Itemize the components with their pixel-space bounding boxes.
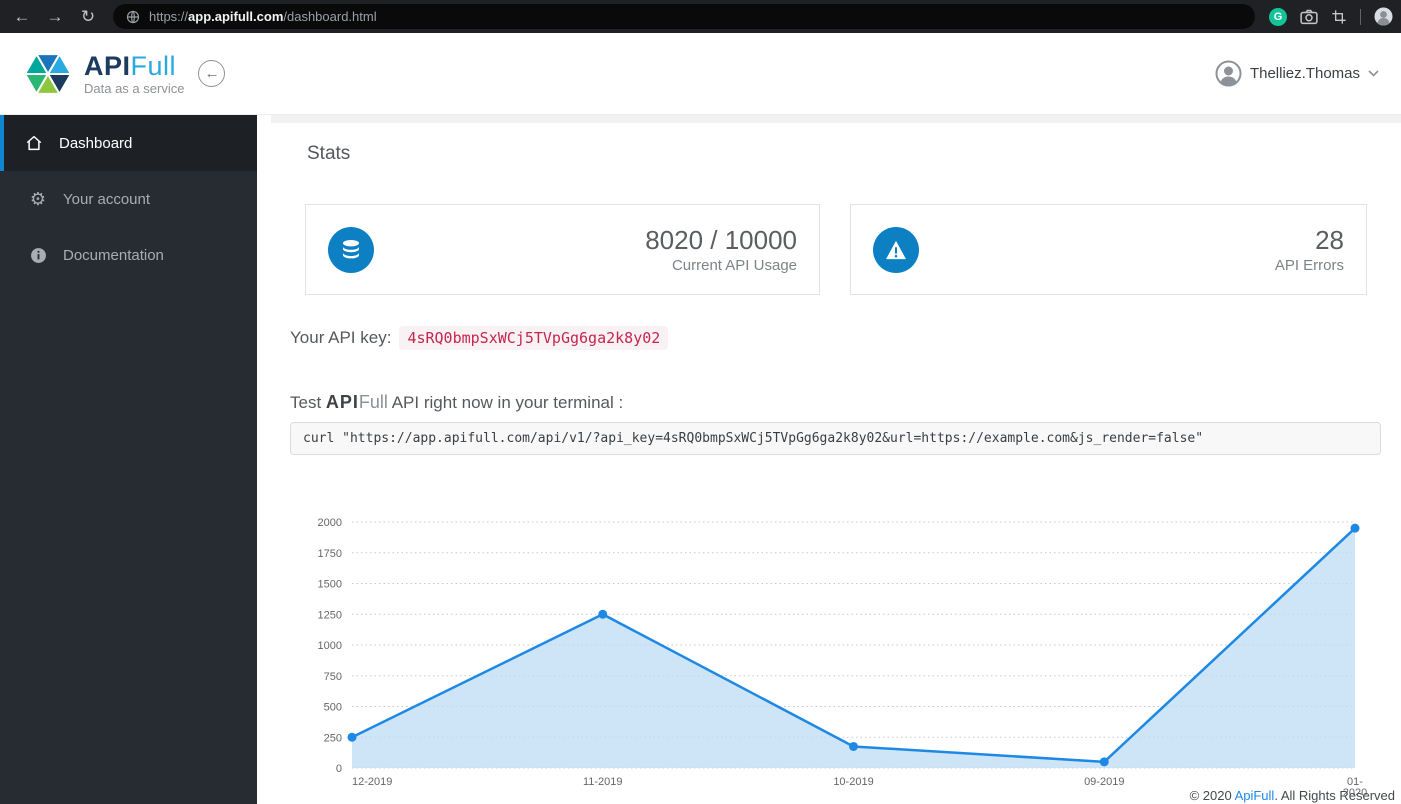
browser-reload-button[interactable]: ↻ [76,0,100,33]
svg-text:09-2019: 09-2019 [1084,776,1124,788]
url-protocol: https:// [149,9,188,24]
user-menu[interactable]: Thelliez.Thomas [1215,60,1379,87]
copyright-prefix: © 2020 [1190,788,1235,803]
user-name: Thelliez.Thomas [1250,65,1360,82]
logo-full: Full [131,51,177,81]
browser-profile-avatar-icon[interactable] [1374,7,1393,26]
database-icon [328,227,374,273]
page-title: Stats [307,143,350,165]
test-instruction: Test APIFull API right now in your termi… [290,392,623,413]
test-suffix: API right now in your terminal : [388,393,623,412]
screenshot-extension-icon[interactable] [1331,9,1347,25]
address-bar[interactable]: https://app.apifull.com/dashboard.html [113,4,1255,29]
svg-text:250: 250 [324,732,342,744]
api-key-line: Your API key: 4sRQ0bmpSxWCj5TVpGg6ga2k8y0… [290,328,668,348]
sidebar-item-documentation[interactable]: Documentation [0,227,257,283]
svg-text:1750: 1750 [318,548,342,560]
brand-api: API [326,392,359,412]
sidebar-item-your-account[interactable]: ⚙ Your account [0,171,257,227]
stat-card-usage: 8020 / 10000 Current API Usage [305,204,820,295]
svg-text:2000: 2000 [318,517,342,529]
usage-label: Current API Usage [645,257,797,274]
browser-forward-button[interactable]: → [43,0,67,33]
footer-copyright: © 2020 ApiFull. All Rights Reserved [1190,788,1395,803]
url-text: https://app.apifull.com/dashboard.html [149,9,377,24]
camera-extension-icon[interactable] [1300,9,1318,25]
apifull-logo-icon [22,48,74,100]
sidebar-item-label: Your account [63,191,150,208]
svg-text:1500: 1500 [318,579,342,591]
sidebar-item-label: Documentation [63,247,164,264]
app-logo[interactable]: APIFull Data as a service [22,48,184,100]
svg-text:500: 500 [324,702,342,714]
info-icon [28,247,48,264]
usage-chart: 0 250 500 750 1000 1250 1500 1750 2000 12-2019 11-… [290,500,1385,795]
browser-back-button[interactable]: ← [10,0,34,33]
svg-text:11-2019: 11-2019 [583,776,623,788]
content-top-strip [271,115,1401,123]
sidebar: Dashboard ⚙ Your account Documentation [0,115,257,804]
warning-icon [873,227,919,273]
sidebar-item-label: Dashboard [59,135,132,152]
errors-value: 28 [1275,225,1344,255]
gear-icon: ⚙ [28,189,48,210]
copyright-suffix: . All Rights Reserved [1274,788,1395,803]
usage-value: 8020 / 10000 [645,225,797,255]
browser-extensions: G [1269,7,1401,26]
svg-text:1000: 1000 [318,640,342,652]
footer-brand-link[interactable]: ApiFull [1235,788,1275,803]
stat-card-errors: 28 API Errors [850,204,1367,295]
svg-text:12-2019: 12-2019 [352,776,392,788]
svg-text:750: 750 [324,671,342,683]
logo-api: API [84,51,131,81]
svg-text:0: 0 [336,763,342,775]
user-avatar-icon [1215,60,1242,87]
svg-text:10-2019: 10-2019 [833,776,873,788]
browser-chrome: ← → ↻ https://app.apifull.com/dashboard.… [0,0,1401,33]
svg-text:1250: 1250 [318,609,342,621]
logo-text: APIFull Data as a service [84,52,184,96]
usage-chart-svg: 0 250 500 750 1000 1250 1500 1750 2000 12-2019 11-… [290,500,1385,795]
url-path: /dashboard.html [283,9,376,24]
main-content: Stats 8020 / 10000 Current API Usage 28 … [257,115,1401,804]
api-key-value: 4sRQ0bmpSxWCj5TVpGg6ga2k8y02 [399,326,668,350]
curl-command-block: curl "https://app.apifull.com/api/v1/?ap… [290,422,1381,455]
logo-tagline: Data as a service [84,81,184,96]
chevron-down-icon [1368,70,1379,77]
collapse-sidebar-button[interactable]: ← [198,60,225,87]
api-key-label: Your API key: [290,328,391,347]
grammarly-extension-icon[interactable]: G [1269,8,1287,26]
home-icon [24,134,44,152]
errors-label: API Errors [1275,257,1344,274]
sidebar-item-dashboard[interactable]: Dashboard [0,115,257,171]
url-domain: app.apifull.com [188,9,283,24]
test-prefix: Test [290,393,326,412]
brand-full: Full [359,392,388,412]
toolbar-divider [1360,9,1361,25]
app-header: APIFull Data as a service ← Thelliez.Tho… [0,33,1401,115]
globe-icon [126,10,140,24]
